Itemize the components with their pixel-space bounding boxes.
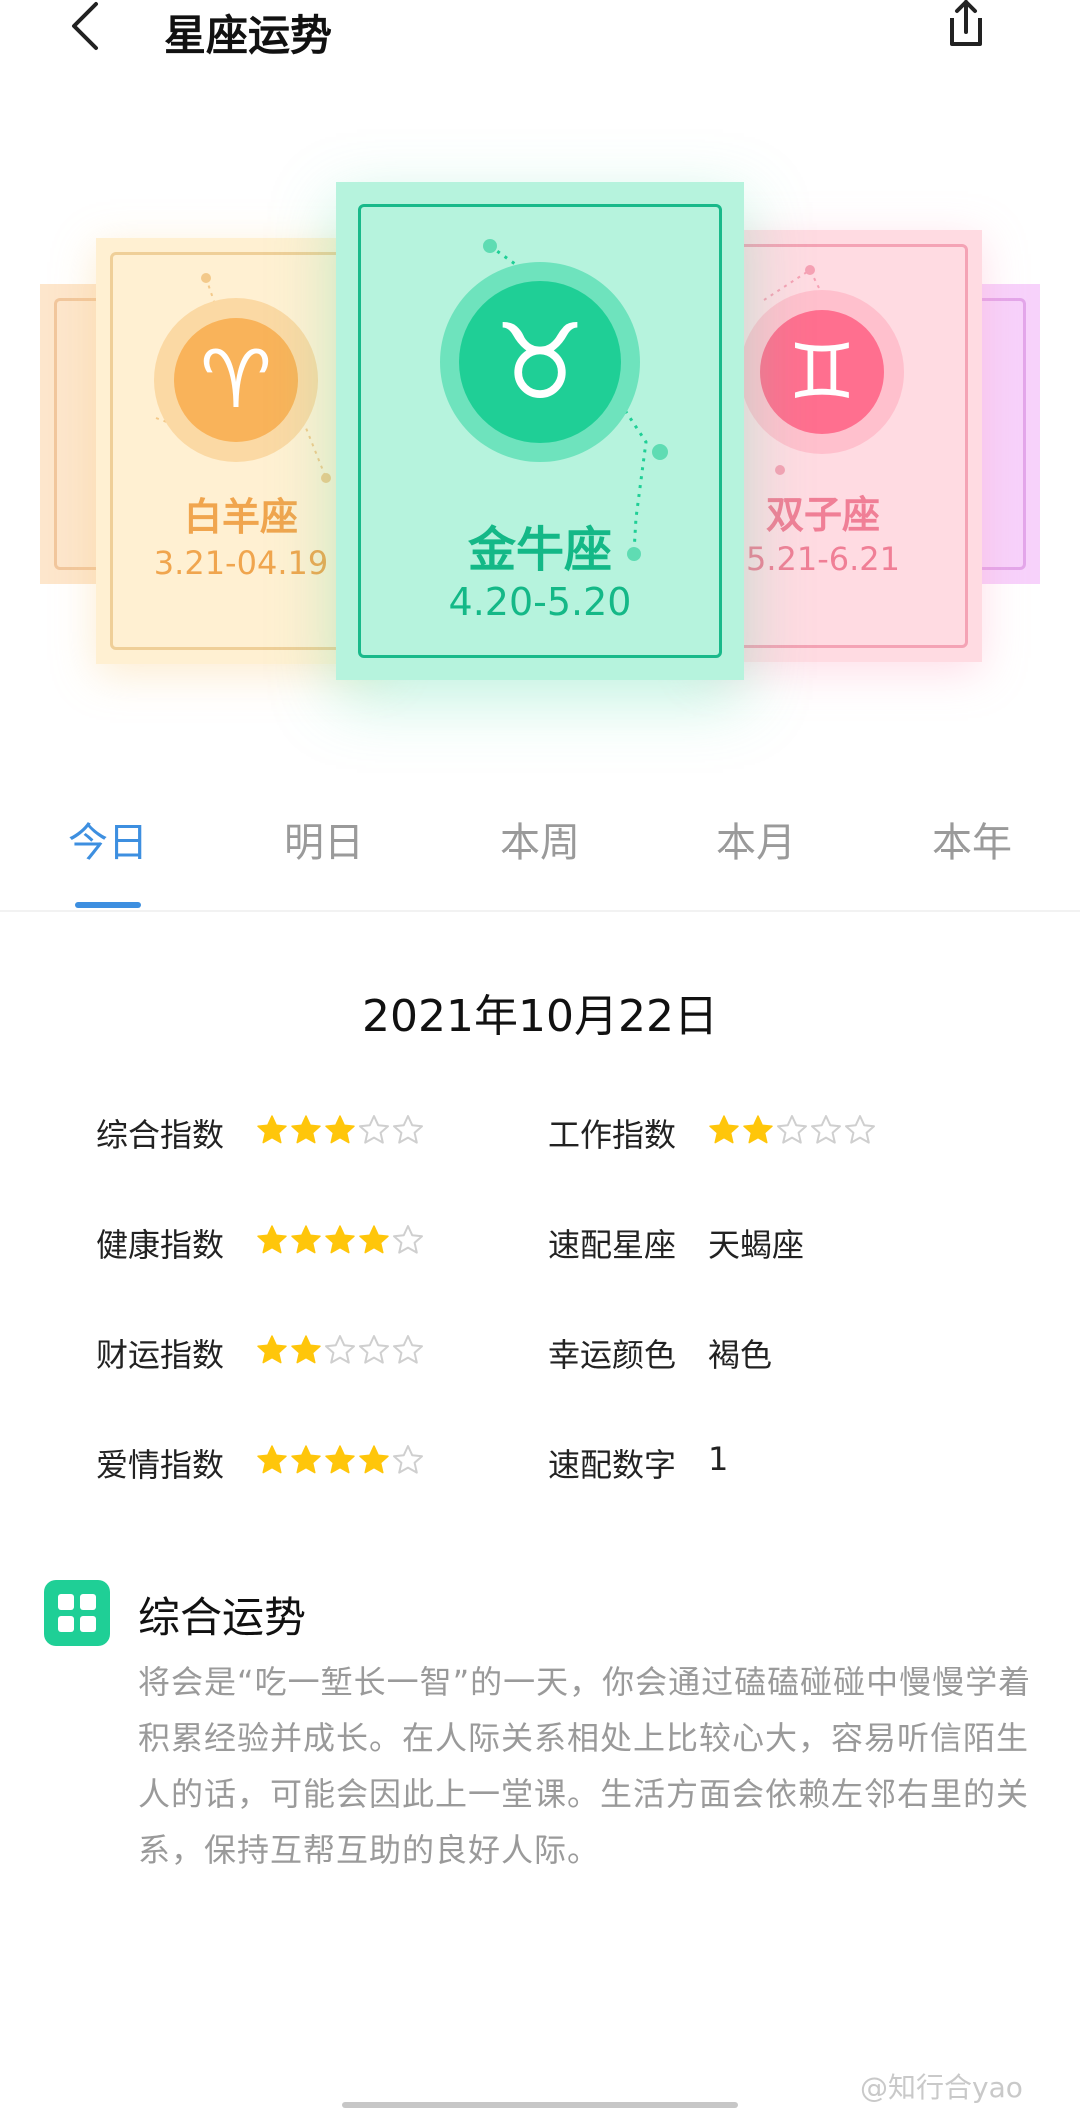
- overall-index-label: 综合指数: [96, 1116, 225, 1154]
- star-filled-icon: [359, 1445, 389, 1474]
- star-filled-icon: [325, 1115, 355, 1144]
- tab-today[interactable]: 今日: [28, 810, 188, 868]
- star-empty-icon: [393, 1335, 423, 1364]
- share-icon: [950, 0, 982, 46]
- tab-this-month[interactable]: 本月: [676, 810, 836, 868]
- active-tab-indicator: [75, 902, 141, 908]
- star-empty-icon: [359, 1115, 389, 1144]
- match-sign-value: 天蝎座: [708, 1226, 805, 1264]
- overall-index-stars: [256, 1114, 424, 1146]
- divider: [0, 910, 1080, 912]
- star-filled-icon: [709, 1115, 739, 1144]
- star-filled-icon: [257, 1115, 287, 1144]
- health-index-label: 健康指数: [96, 1226, 225, 1264]
- taurus-sign-icon: ♉: [440, 262, 640, 462]
- star-filled-icon: [291, 1225, 321, 1254]
- zodiac-carousel[interactable]: ♈ 白羊座 3.21-04.19 ♊ 双子座 5.21-6.21 ♉ 金牛座 4…: [0, 150, 1080, 710]
- fortune-text: 将会是“吃一堑长一智”的一天，你会通过磕磕碰碰中慢慢学着积累经验并成长。在人际关…: [138, 1663, 1032, 1869]
- star-filled-icon: [257, 1225, 287, 1254]
- taurus-dates: 4.20-5.20: [448, 580, 632, 624]
- gemini-sign-icon: ♊: [740, 290, 904, 454]
- star-empty-icon: [393, 1115, 423, 1144]
- tab-this-week[interactable]: 本周: [460, 810, 620, 868]
- star-filled-icon: [325, 1445, 355, 1474]
- star-filled-icon: [743, 1115, 773, 1144]
- star-filled-icon: [291, 1445, 321, 1474]
- fortune-title: 综合运势: [138, 1593, 307, 1642]
- star-empty-icon: [359, 1335, 389, 1364]
- period-tabs: 今日 明日 本周 本月 本年: [0, 810, 1080, 910]
- work-index-stars: [708, 1114, 876, 1146]
- lucky-color-value: 褐色: [708, 1336, 773, 1374]
- star-filled-icon: [359, 1225, 389, 1254]
- star-filled-icon: [257, 1445, 287, 1474]
- love-index-stars: [256, 1444, 424, 1476]
- chevron-left-icon: [72, 2, 98, 50]
- tab-tomorrow[interactable]: 明日: [244, 810, 404, 868]
- card-taurus[interactable]: ♉ 金牛座 4.20-5.20: [336, 182, 744, 680]
- wealth-index-stars: [256, 1334, 424, 1366]
- aries-sign-icon: ♈: [154, 298, 318, 462]
- work-index-label: 工作指数: [548, 1116, 677, 1154]
- wealth-index-label: 财运指数: [96, 1336, 225, 1374]
- lucky-number-label: 速配数字: [548, 1446, 677, 1484]
- grid-icon: [44, 1580, 110, 1646]
- lucky-number-value: 1: [708, 1440, 729, 1478]
- lucky-color-label: 幸运颜色: [548, 1336, 677, 1374]
- top-bar: 星座运势: [0, 0, 1080, 60]
- star-filled-icon: [325, 1225, 355, 1254]
- star-empty-icon: [845, 1115, 875, 1144]
- star-empty-icon: [777, 1115, 807, 1144]
- star-empty-icon: [393, 1445, 423, 1474]
- health-index-stars: [256, 1224, 424, 1256]
- page-title: 星座运势: [164, 11, 333, 60]
- back-button[interactable]: [66, 0, 106, 52]
- share-button[interactable]: [942, 0, 990, 48]
- star-filled-icon: [291, 1115, 321, 1144]
- taurus-name: 金牛座: [467, 522, 612, 578]
- home-indicator[interactable]: [342, 2102, 738, 2108]
- match-sign-label: 速配星座: [548, 1226, 677, 1264]
- star-empty-icon: [393, 1225, 423, 1254]
- star-filled-icon: [257, 1335, 287, 1364]
- star-empty-icon: [325, 1335, 355, 1364]
- tab-this-year[interactable]: 本年: [892, 810, 1052, 868]
- fortune-date: 2021年10月22日: [362, 991, 718, 1042]
- watermark: @知行合yao: [860, 2071, 1023, 2104]
- love-index-label: 爱情指数: [96, 1446, 225, 1484]
- star-empty-icon: [811, 1115, 841, 1144]
- star-filled-icon: [291, 1335, 321, 1364]
